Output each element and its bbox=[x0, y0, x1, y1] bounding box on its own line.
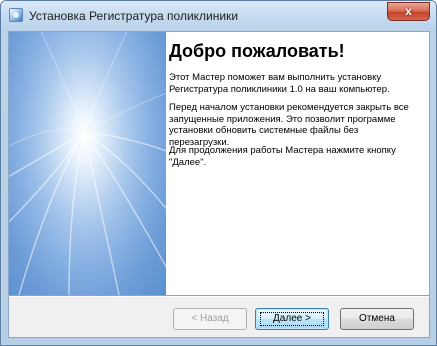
close-apps-paragraph: Перед началом установки рекомендуется за… bbox=[169, 102, 409, 148]
intro-paragraph: Этот Мастер поможет вам выполнить устано… bbox=[169, 72, 390, 95]
installer-window: Установка Регистратура поликлиники x Доб… bbox=[0, 0, 437, 346]
banner-light-rays bbox=[9, 32, 166, 295]
title-bar[interactable]: Установка Регистратура поликлиники x bbox=[1, 1, 436, 31]
next-button-label: Далее > bbox=[273, 313, 311, 324]
welcome-heading: Добро пожаловать! bbox=[169, 41, 345, 61]
close-icon: x bbox=[405, 4, 412, 18]
button-area-separator bbox=[9, 295, 429, 297]
wizard-client-area: Добро пожаловать! Этот Мастер поможет ва… bbox=[8, 31, 430, 338]
next-button[interactable]: Далее > bbox=[255, 308, 329, 330]
continue-paragraph: Для продолжения работы Мастера нажмите к… bbox=[169, 145, 396, 168]
close-button[interactable]: x bbox=[387, 2, 430, 21]
window-title: Установка Регистратура поликлиники bbox=[29, 9, 239, 23]
welcome-panel: Добро пожаловать! Этот Мастер поможет ва… bbox=[166, 32, 429, 295]
installer-icon bbox=[9, 8, 23, 22]
wizard-banner-image bbox=[9, 32, 166, 295]
back-button[interactable]: < Назад bbox=[173, 308, 247, 330]
cancel-button[interactable]: Отмена bbox=[340, 308, 414, 330]
